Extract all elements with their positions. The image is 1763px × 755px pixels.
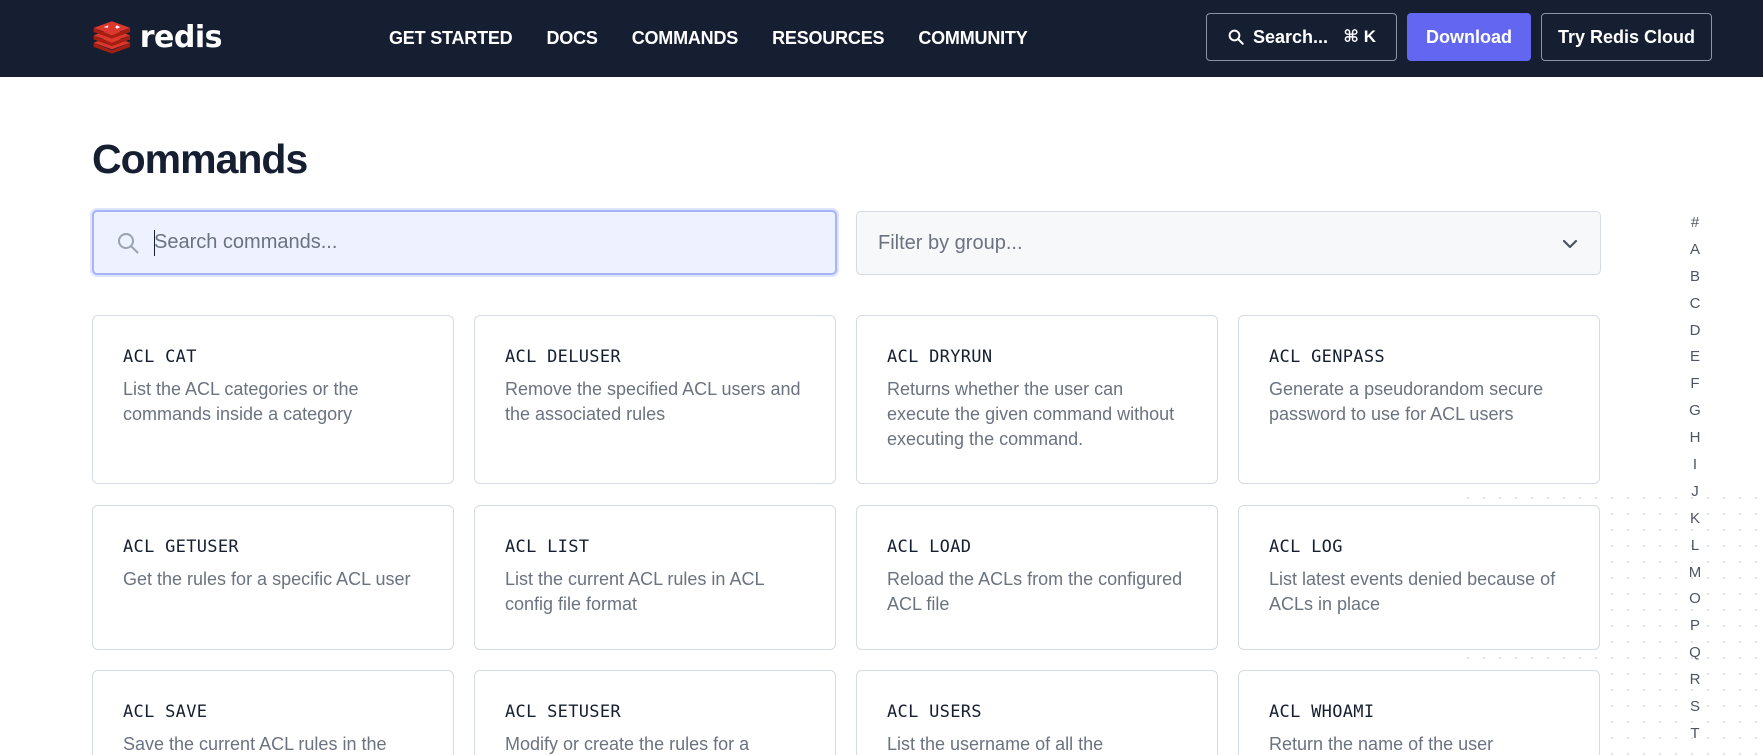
redis-logo[interactable]: redis [92, 16, 223, 58]
command-description: List the current ACL rules in ACL config… [505, 569, 764, 614]
command-card[interactable]: ACL SETUSER Modify or create the rules f… [474, 670, 836, 755]
command-card[interactable]: ACL WHOAMI Return the name of the user [1238, 670, 1600, 755]
command-name: ACL CAT [123, 347, 197, 367]
try-redis-cloud-button[interactable]: Try Redis Cloud [1541, 13, 1712, 61]
alpha-link[interactable]: D [1686, 318, 1704, 345]
command-card[interactable]: ACL LOAD Reload the ACLs from the config… [856, 505, 1218, 650]
alpha-link[interactable]: K [1686, 506, 1704, 533]
site-search-label: Search... [1253, 26, 1329, 47]
alpha-link[interactable]: M [1686, 560, 1704, 587]
alpha-link[interactable]: F [1686, 371, 1704, 398]
command-description: Generate a pseudorandom secure password … [1269, 379, 1544, 424]
nav-resources[interactable]: RESOURCES [772, 28, 884, 49]
alpha-link[interactable]: O [1686, 586, 1704, 613]
command-card[interactable]: ACL GETUSER Get the rules for a specific… [92, 505, 454, 650]
command-name: ACL SAVE [123, 702, 208, 722]
alpha-link[interactable]: H [1686, 425, 1704, 452]
command-name: ACL GETUSER [123, 537, 239, 557]
nav-community[interactable]: COMMUNITY [918, 28, 1027, 49]
command-name: ACL LIST [505, 537, 590, 557]
command-name: ACL DRYRUN [887, 347, 993, 367]
group-filter-placeholder: Filter by group... [878, 231, 1023, 254]
alpha-link[interactable]: S [1686, 694, 1704, 721]
alpha-link[interactable]: R [1686, 667, 1704, 694]
command-name: ACL LOG [1269, 537, 1343, 557]
command-name: ACL SETUSER [505, 702, 621, 722]
alpha-link[interactable]: E [1686, 344, 1704, 371]
command-description: List the username of all the [887, 734, 1104, 754]
command-name: ACL WHOAMI [1269, 702, 1375, 722]
group-filter-select[interactable]: Filter by group... [856, 211, 1601, 275]
command-card[interactable]: ACL USERS List the username of all the [856, 670, 1218, 755]
command-description: Returns whether the user can execute the… [887, 379, 1175, 449]
alpha-link[interactable]: L [1686, 533, 1704, 560]
top-navigation-bar: redis GET STARTED DOCS COMMANDS RESOURCE… [0, 0, 1763, 77]
alpha-link[interactable]: I [1686, 452, 1704, 479]
search-shortcut: ⌘ K [1343, 27, 1376, 46]
command-card[interactable]: ACL DELUSER Remove the specified ACL use… [474, 315, 836, 484]
command-card[interactable]: ACL LOG List latest events denied becaus… [1238, 505, 1600, 650]
command-description: Reload the ACLs from the configured ACL … [887, 569, 1183, 614]
redis-logo-icon [93, 21, 131, 54]
alpha-link[interactable]: P [1686, 613, 1704, 640]
nav-commands[interactable]: COMMANDS [632, 28, 739, 49]
command-card[interactable]: ACL DRYRUN Returns whether the user can … [856, 315, 1218, 484]
brand-name: redis [139, 19, 223, 55]
download-button[interactable]: Download [1407, 13, 1531, 61]
command-description: Modify or create the rules for a [505, 734, 750, 754]
search-icon [118, 233, 139, 254]
command-description: List latest events denied because of ACL… [1269, 569, 1556, 614]
command-card[interactable]: ACL CAT List the ACL categories or the c… [92, 315, 454, 484]
chevron-down-icon [1562, 239, 1578, 249]
command-card[interactable]: ACL SAVE Save the current ACL rules in t… [92, 670, 454, 755]
command-search-box[interactable] [92, 210, 837, 275]
alpha-link[interactable]: T [1686, 721, 1704, 748]
nav-docs[interactable]: DOCS [546, 28, 597, 49]
alphabet-index: # A B C D E F G H I J K L M O P Q R S T [1686, 210, 1704, 748]
alpha-link[interactable]: B [1686, 264, 1704, 291]
search-icon [1228, 29, 1244, 45]
command-description: List the ACL categories or the commands … [123, 379, 359, 424]
alpha-link[interactable]: J [1686, 479, 1704, 506]
command-description: Return the name of the user [1269, 734, 1494, 754]
alpha-link[interactable]: C [1686, 291, 1704, 318]
alpha-link[interactable]: A [1686, 237, 1704, 264]
text-caret [154, 230, 155, 256]
command-card[interactable]: ACL LIST List the current ACL rules in A… [474, 505, 836, 650]
command-name: ACL LOAD [887, 537, 972, 557]
command-name: ACL DELUSER [505, 347, 621, 367]
nav-get-started[interactable]: GET STARTED [389, 28, 513, 49]
command-description: Remove the specified ACL users and the a… [505, 379, 801, 424]
alpha-link[interactable]: # [1686, 210, 1704, 237]
primary-nav: GET STARTED DOCS COMMANDS RESOURCES COMM… [372, 0, 1045, 77]
alpha-link[interactable]: G [1686, 398, 1704, 425]
command-search-input[interactable] [154, 212, 824, 273]
site-search-button[interactable]: Search... ⌘ K [1206, 13, 1397, 61]
command-name: ACL GENPASS [1269, 347, 1385, 367]
command-name: ACL USERS [887, 702, 982, 722]
alpha-link[interactable]: Q [1686, 640, 1704, 667]
page-title: Commands [92, 136, 308, 182]
command-description: Save the current ACL rules in the [123, 734, 387, 754]
command-card[interactable]: ACL GENPASS Generate a pseudorandom secu… [1238, 315, 1600, 484]
command-description: Get the rules for a specific ACL user [123, 569, 411, 589]
